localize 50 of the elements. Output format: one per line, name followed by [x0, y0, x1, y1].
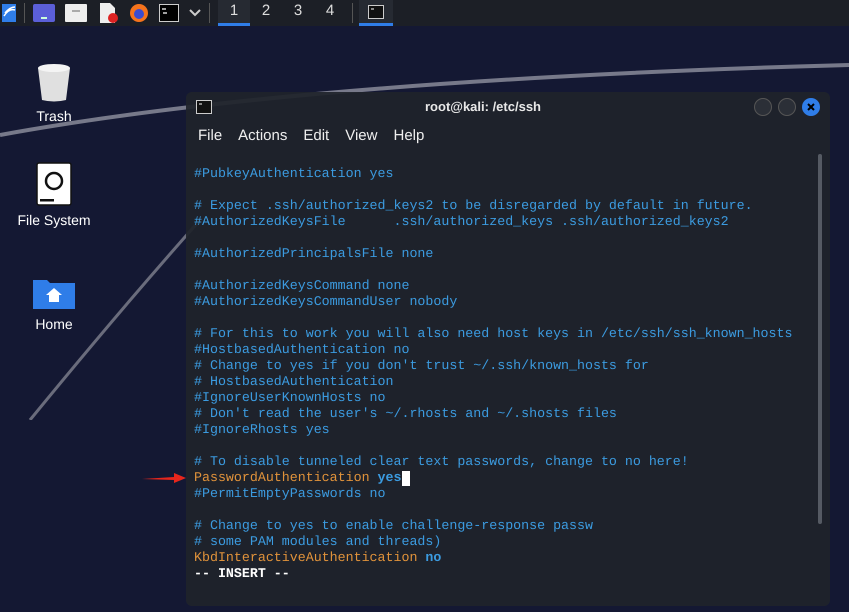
home-folder-icon: [32, 278, 76, 310]
desktop-icon-label[interactable]: Trash: [36, 106, 72, 127]
code-line: #PubkeyAuthentication yes: [194, 166, 394, 182]
desktop-icon-label[interactable]: File System: [17, 210, 91, 231]
insert-mode-indicator: -- INSERT --: [194, 566, 291, 582]
code-line: #PermitEmptyPasswords no: [194, 486, 387, 502]
terminal-icon: [196, 100, 212, 114]
workspace-tab[interactable]: 2: [250, 0, 282, 26]
setting-key: KbdInteractiveAuthentication: [194, 550, 418, 566]
code-line: # Don't read the user's ~/.rhosts and ~/.shosts files: [194, 406, 618, 422]
browser-globe-icon[interactable]: [129, 3, 149, 23]
dragon-logo-icon[interactable]: [2, 4, 16, 22]
terminal-icon: [368, 4, 384, 18]
code-line: #HostbasedAuthentication no: [194, 342, 410, 358]
code-line: #IgnoreUserKnownHosts no: [194, 390, 387, 406]
code-line: #IgnoreRhosts yes: [194, 422, 331, 438]
desktop-icon-label[interactable]: Home: [35, 314, 73, 335]
scrollbar[interactable]: [818, 154, 822, 524]
menu-item[interactable]: File: [198, 124, 222, 148]
workspace-tab[interactable]: 3: [282, 0, 314, 26]
code-line: #AuthorizedKeysFile .ssh/authorized_keys .ssh/authorized_keys2: [194, 214, 730, 230]
trash-icon: [36, 62, 72, 102]
window-title: root@kali: /etc/ssh: [424, 98, 542, 116]
chevron-down-icon[interactable]: [189, 9, 201, 17]
setting-value: yes: [378, 470, 402, 486]
menu-item[interactable]: View: [345, 124, 378, 148]
code-line: # To disable tunneled clear text passwords, change to no here!: [194, 454, 690, 470]
close-icon: [807, 103, 815, 111]
menu-item[interactable]: Actions: [238, 124, 288, 148]
workspace-tab[interactable]: 1: [218, 0, 250, 26]
setting-value: no: [425, 550, 442, 566]
code-line: # HostbasedAuthentication: [194, 374, 394, 390]
drive-icon: [36, 162, 72, 206]
workspace-tab[interactable]: 4: [314, 0, 346, 26]
document-edit-icon[interactable]: [97, 3, 119, 23]
code-line: # Expect .ssh/authorized_keys2 to be disregarded by default in future.: [194, 198, 754, 214]
setting-key: PasswordAuthentication: [194, 470, 370, 486]
code-line: #AuthorizedKeysCommand none: [194, 278, 410, 294]
code-line: # some PAM modules and threads): [194, 534, 442, 550]
code-line: # Change to yes to enable challenge-response passw: [194, 518, 594, 534]
app-window-icon[interactable]: [33, 4, 55, 22]
terminal-task-button[interactable]: [359, 0, 393, 26]
code-line: # Change to yes if you don't trust ~/.ssh/known_hosts for: [194, 358, 650, 374]
code-line: #AuthorizedKeysCommandUser nobody: [194, 294, 458, 310]
menu-item[interactable]: Edit: [303, 124, 330, 148]
terminal-icon[interactable]: [159, 4, 179, 22]
close-button[interactable]: [802, 98, 820, 116]
code-line: #AuthorizedPrincipalsFile none: [194, 246, 434, 262]
code-line: # For this to work you will also need host keys in /etc/ssh/ssh_known_hosts: [194, 326, 794, 342]
menu-item[interactable]: Help: [393, 124, 424, 148]
